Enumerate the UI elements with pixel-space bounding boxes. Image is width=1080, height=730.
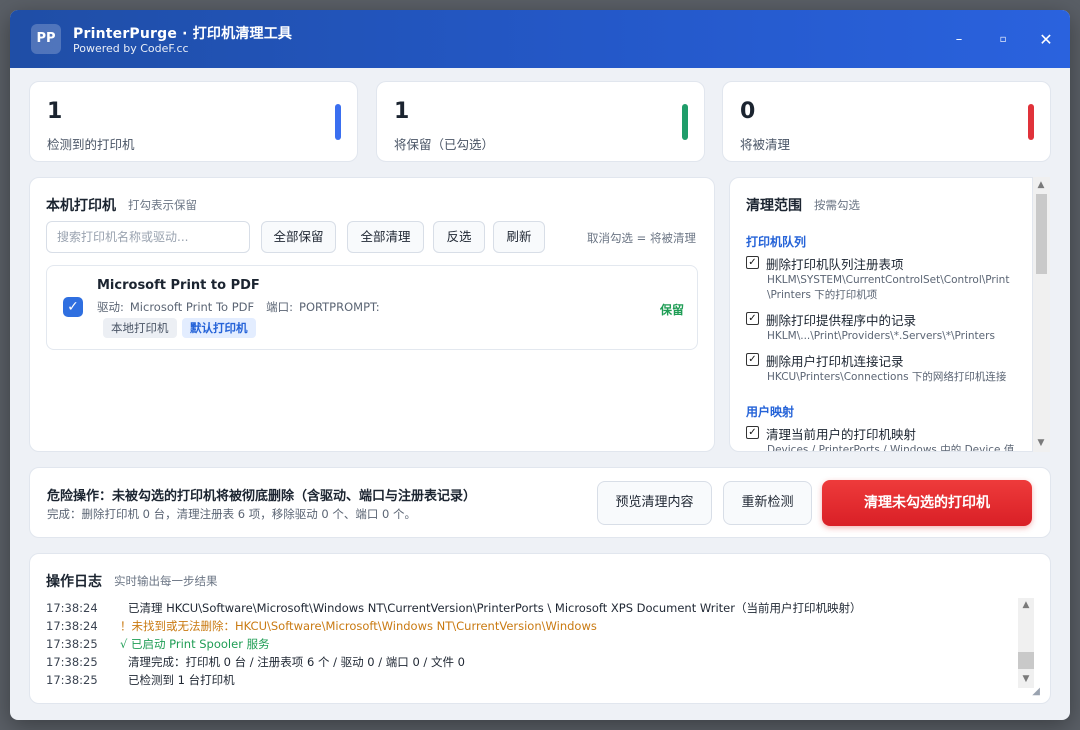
log-entry-warning: 17:38:24 ！未找到或无法删除：HKCU\Software\Microsof… [46, 618, 597, 634]
log-entry: 17:38:25 清理完成：打印机 0 台 / 注册表项 6 个 / 驱动 0 /… [46, 654, 465, 670]
driver-label: 驱动: [97, 300, 124, 314]
rescan-button[interactable]: 重新检测 [723, 481, 812, 525]
option-description: Devices / PrinterPorts / Windows 中的 Devi… [767, 444, 1015, 452]
stat-card-detected: 1 检测到的打印机 [29, 81, 358, 162]
log-time: 17:38:24 [46, 619, 98, 633]
scope-group-user-mapping: 用户映射 [746, 405, 795, 419]
printer-status: 保留 [659, 303, 684, 317]
printer-search-input[interactable] [46, 221, 250, 253]
stat-label: 将保留（已勾选） [394, 137, 495, 152]
stat-indicator-bar [335, 104, 341, 140]
stat-value: 1 [47, 99, 63, 124]
scroll-up-arrow[interactable]: ▲ [1033, 180, 1049, 190]
stat-value: 1 [394, 99, 410, 124]
tag-local-printer: 本地打印机 [103, 318, 177, 338]
printer-list-item[interactable]: ✓ Microsoft Print to PDF 驱动: Microsoft Pr… [46, 265, 698, 350]
stat-indicator-bar [1028, 104, 1034, 140]
scope-scroll-thumb[interactable] [1036, 194, 1047, 274]
stat-card-keep: 1 将保留（已勾选） [376, 81, 705, 162]
option-checkbox[interactable]: ✓ [746, 353, 759, 366]
option-description: HKCU\Printers\Connections 下的网络打印机连接 [767, 371, 1007, 383]
log-text: 已清理 HKCU\Software\Microsoft\Windows NT\C… [128, 601, 862, 615]
log-hint: 实时输出每一步结果 [114, 574, 218, 588]
option-checkbox[interactable]: ✓ [746, 426, 759, 439]
scroll-up-arrow[interactable]: ▲ [1018, 600, 1034, 610]
log-text: ！未找到或无法删除：HKCU\Software\Microsoft\Window… [120, 619, 597, 633]
scroll-down-arrow[interactable]: ▼ [1033, 438, 1049, 448]
action-bar: 危险操作：未被勾选的打印机将被彻底删除（含驱动、端口与注册表记录） 完成：删除打… [29, 467, 1051, 538]
option-label: 删除打印提供程序中的记录 [766, 313, 917, 328]
log-panel: 操作日志 实时输出每一步结果 17:38:24 已清理 HKCU\Software… [29, 553, 1051, 704]
option-checkbox[interactable]: ✓ [746, 256, 759, 269]
scope-panel-title: 清理范围 [746, 198, 802, 214]
port-value: PORTPROMPT: [299, 300, 380, 314]
tag-default-printer: 默认打印机 [182, 318, 256, 338]
stat-label: 将被清理 [740, 137, 791, 152]
app-window: PP PrinterPurge · 打印机清理工具 Powered by Cod… [10, 10, 1070, 720]
option-checkbox[interactable]: ✓ [746, 312, 759, 325]
app-subtitle: Powered by CodeF.cc [73, 42, 189, 55]
scope-panel: 清理范围 按需勾选 打印机队列 ✓ 删除打印机队列注册表项 HKLM\SYSTE… [729, 177, 1033, 452]
printers-panel: 本机打印机 打勾表示保留 全部保留 全部清理 反选 刷新 取消勾选 = 将被清理… [29, 177, 715, 452]
option-label: 删除用户打印机连接记录 [766, 354, 904, 369]
log-title: 操作日志 [46, 574, 102, 590]
printer-keep-checkbox[interactable]: ✓ [63, 297, 83, 317]
printers-panel-hint: 打勾表示保留 [128, 198, 197, 212]
option-label: 清理当前用户的打印机映射 [766, 427, 917, 442]
clean-unchecked-button[interactable]: 清理未勾选的打印机 [822, 480, 1032, 526]
clean-all-button[interactable]: 全部清理 [347, 221, 424, 253]
scope-panel-hint: 按需勾选 [814, 198, 860, 212]
minimize-button[interactable]: – [947, 29, 971, 51]
printer-name: Microsoft Print to PDF [97, 278, 260, 293]
log-text: √ 已启动 Print Spooler 服务 [120, 637, 270, 651]
last-run-status: 完成：删除打印机 0 台，清理注册表 6 项，移除驱动 0 个、端口 0 个。 [47, 507, 417, 521]
log-scroll-thumb[interactable] [1018, 652, 1034, 669]
stat-value: 0 [740, 99, 756, 124]
maximize-button[interactable]: ▫ [991, 29, 1015, 51]
close-button[interactable]: ✕ [1034, 29, 1058, 51]
keep-all-button[interactable]: 全部保留 [261, 221, 336, 253]
log-time: 17:38:24 [46, 601, 98, 615]
app-title: PrinterPurge · 打印机清理工具 [73, 26, 293, 42]
resize-grip-icon[interactable]: ◢ [1032, 686, 1040, 697]
log-time: 17:38:25 [46, 637, 98, 651]
log-time: 17:38:25 [46, 673, 98, 687]
log-entry: 17:38:25 已检测到 1 台打印机 [46, 672, 235, 688]
uncheck-note: 取消勾选 = 将被清理 [587, 231, 696, 245]
log-text: 已检测到 1 台打印机 [128, 673, 235, 687]
stat-label: 检测到的打印机 [47, 137, 135, 152]
preview-clean-button[interactable]: 预览清理内容 [597, 481, 712, 525]
driver-value: Microsoft Print To PDF [129, 300, 255, 314]
stat-indicator-bar [682, 104, 688, 140]
option-description: HKLM\SYSTEM\CurrentControlSet\Control\Pr… [767, 274, 1010, 301]
log-entry-success: 17:38:25 √ 已启动 Print Spooler 服务 [46, 636, 270, 652]
danger-warning-title: 危险操作：未被勾选的打印机将被彻底删除（含驱动、端口与注册表记录） [47, 489, 477, 504]
option-label: 删除打印机队列注册表项 [766, 257, 904, 272]
port-label: 端口: [266, 300, 294, 314]
scope-group-queue: 打印机队列 [746, 235, 807, 249]
refresh-button[interactable]: 刷新 [493, 221, 545, 253]
log-scrollbar[interactable]: ▲ ▼ [1018, 598, 1034, 688]
printers-panel-title: 本机打印机 [46, 198, 116, 214]
log-entry: 17:38:24 已清理 HKCU\Software\Microsoft\Wind… [46, 600, 861, 616]
log-text: 清理完成：打印机 0 台 / 注册表项 6 个 / 驱动 0 / 端口 0 / … [128, 655, 465, 669]
printer-meta: 驱动: Microsoft Print To PDF 端口: PORTPROMPT: [97, 299, 386, 315]
app-logo: PP [31, 24, 61, 54]
option-description: HKLM\...\Print\Providers\*.Servers\*\Pri… [767, 330, 995, 342]
stat-card-clean: 0 将被清理 [722, 81, 1051, 162]
scope-scrollbar[interactable]: ▲ ▼ [1033, 177, 1050, 452]
title-bar[interactable]: PP PrinterPurge · 打印机清理工具 Powered by Cod… [10, 10, 1070, 68]
scroll-down-arrow[interactable]: ▼ [1018, 674, 1034, 684]
invert-selection-button[interactable]: 反选 [433, 221, 485, 253]
log-time: 17:38:25 [46, 655, 98, 669]
